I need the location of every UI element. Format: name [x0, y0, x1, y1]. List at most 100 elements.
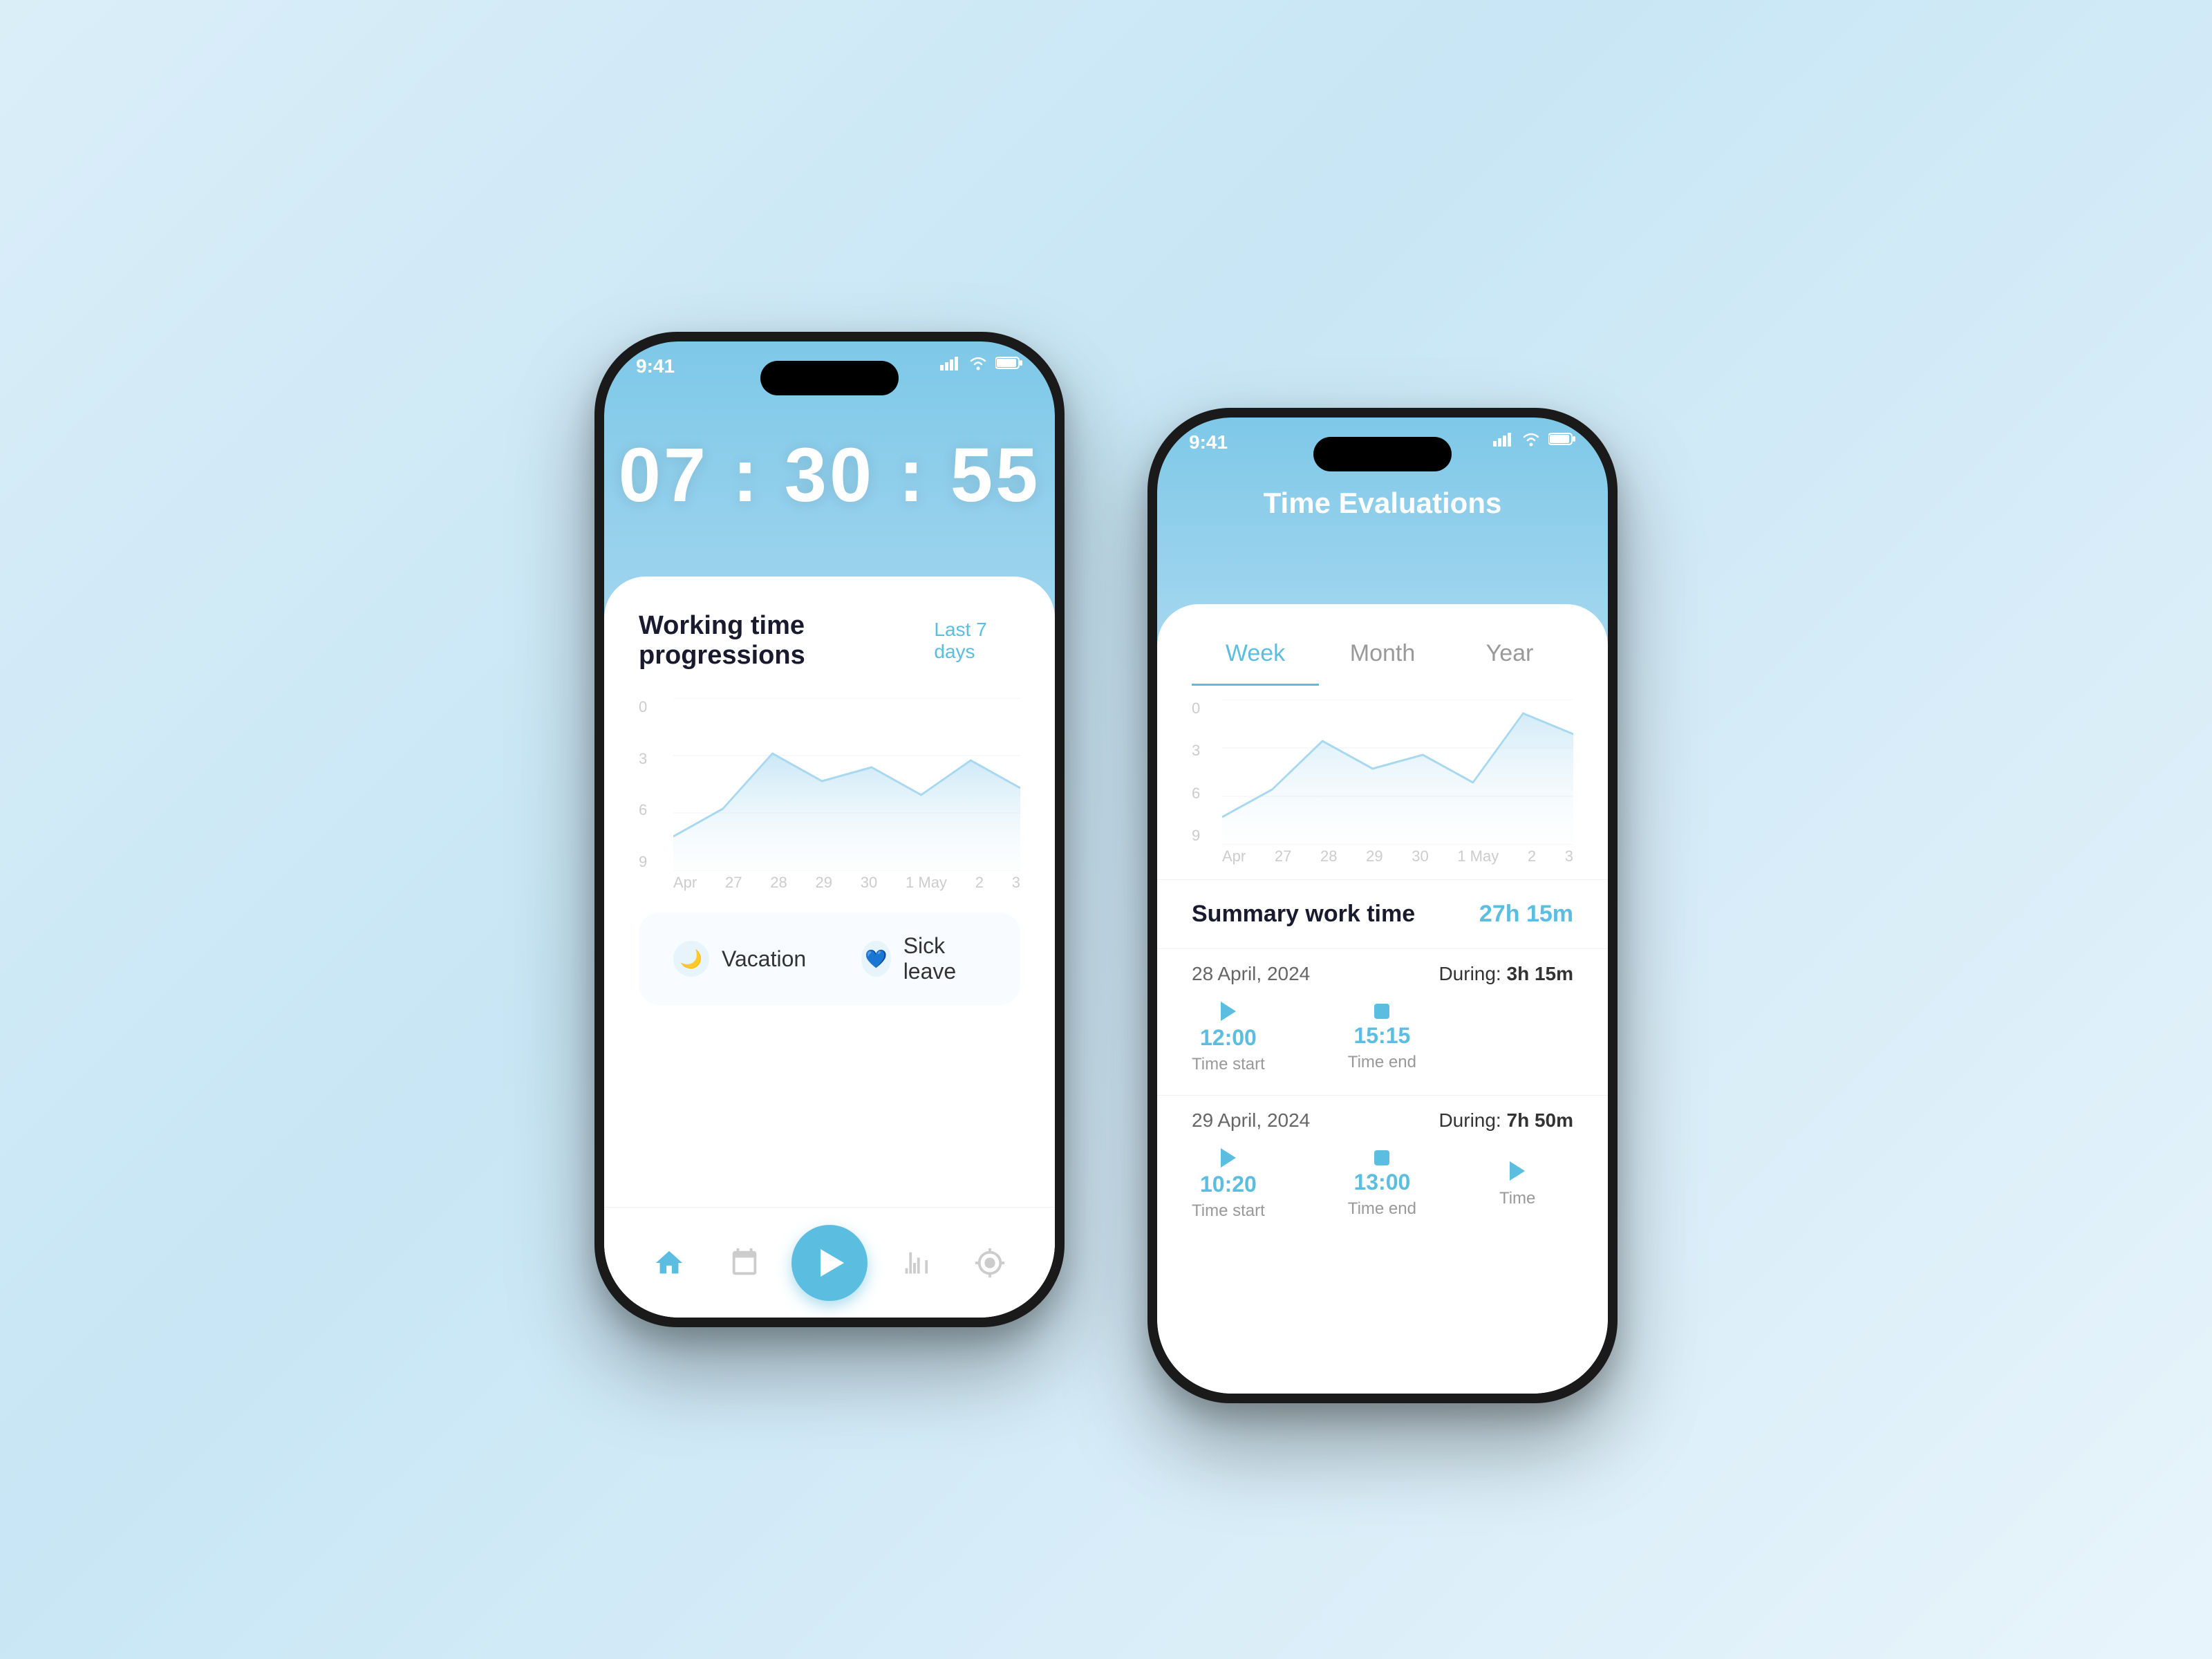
nav-calendar[interactable] — [717, 1235, 772, 1291]
chart-svg-area-1 — [673, 698, 1020, 871]
bottom-nav-1 — [604, 1207, 1055, 1318]
play-icon — [821, 1249, 844, 1277]
x-label: 28 — [770, 874, 787, 892]
time-row-1: 12:00 Time start 15:15 Time end — [1192, 1002, 1573, 1074]
card-title-1: Working time progressions — [639, 611, 934, 671]
phones-container: 9:41 — [594, 256, 1618, 1403]
wifi-icon-2 — [1521, 431, 1541, 447]
card-header-1: Working time progressions Last 7 days — [639, 611, 1020, 671]
stats-icon — [899, 1247, 930, 1279]
date-row-2: 29 April, 2024 During: 7h 50m — [1192, 1109, 1573, 1132]
during-text-1: During: 3h 15m — [1438, 963, 1573, 985]
legend-sick: 💙 Sick leave — [861, 933, 986, 984]
x-label-2: 29 — [1366, 847, 1382, 865]
date-row-1: 28 April, 2024 During: 3h 15m — [1192, 963, 1573, 985]
during-label-2: During: — [1438, 1109, 1501, 1131]
dynamic-island-1 — [760, 361, 899, 395]
card-subtitle-1: Last 7 days — [934, 619, 1020, 663]
tabs-container: Week Month Year — [1157, 604, 1608, 686]
tab-year[interactable]: Year — [1446, 629, 1573, 686]
status-time-2: 9:41 — [1189, 431, 1228, 453]
y-label-2: 6 — [1192, 785, 1216, 803]
date-entry-1: 28 April, 2024 During: 3h 15m 12:00 Time… — [1157, 948, 1608, 1095]
phone-1-screen: 9:41 — [604, 341, 1055, 1318]
summary-row: Summary work time 27h 15m — [1157, 879, 1608, 948]
play-button[interactable] — [791, 1225, 868, 1301]
phone2-card: Week Month Year 9 6 3 0 — [1157, 604, 1608, 1394]
play-dot-2 — [1221, 1148, 1236, 1168]
phone2-title: Time Evaluations — [1157, 487, 1608, 520]
time-start-label-1: Time start — [1192, 1055, 1265, 1074]
white-card-1: Working time progressions Last 7 days 9 … — [604, 577, 1055, 1318]
time-end-col-2: 13:00 Time end — [1348, 1150, 1416, 1219]
time-end-label-1: Time end — [1348, 1053, 1416, 1072]
legend-vacation: 🌙 Vacation — [673, 933, 806, 984]
y-label-2: 0 — [1192, 700, 1216, 718]
x-label: 29 — [816, 874, 832, 892]
x-label: 30 — [861, 874, 877, 892]
x-label-2: 27 — [1275, 847, 1291, 865]
tab-week[interactable]: Week — [1192, 629, 1319, 686]
status-icons-2 — [1493, 431, 1576, 447]
calendar-icon — [729, 1247, 760, 1279]
during-value-1: 3h 15m — [1507, 963, 1574, 984]
time-start-label-2: Time start — [1192, 1201, 1265, 1221]
nav-settings[interactable] — [962, 1235, 1018, 1291]
dynamic-island-2 — [1313, 437, 1452, 471]
chart-legend-1: 🌙 Vacation 💙 Sick leave — [639, 912, 1020, 1005]
y-label: 9 — [639, 853, 666, 871]
x-label: Apr — [673, 874, 697, 892]
time-end-value-1: 15:15 — [1353, 1023, 1410, 1049]
time-start-value-2: 10:20 — [1200, 1172, 1257, 1197]
summary-label: Summary work time — [1192, 901, 1415, 928]
chart-y-labels-1: 9 6 3 0 — [639, 698, 666, 871]
y-label: 3 — [639, 750, 666, 768]
wifi-icon — [968, 355, 988, 371]
phone2-bg: 9:41 — [1157, 418, 1608, 1394]
stop-dot-1 — [1374, 1004, 1389, 1019]
x-label: 2 — [975, 874, 984, 892]
x-label: 27 — [725, 874, 742, 892]
chart-2: 9 6 3 0 — [1157, 686, 1608, 879]
phone-1: 9:41 — [594, 332, 1065, 1327]
clock-display: 07 : 30 : 55 — [604, 431, 1055, 519]
vacation-label: Vacation — [722, 946, 806, 972]
x-label-2: 30 — [1412, 847, 1428, 865]
home-icon — [653, 1247, 685, 1279]
x-label-2: Apr — [1222, 847, 1246, 865]
date-entry-2: 29 April, 2024 During: 7h 50m 10:20 Time… — [1157, 1095, 1608, 1241]
y-label: 6 — [639, 801, 666, 819]
during-value-2: 7h 50m — [1507, 1109, 1574, 1131]
time-end-label-2: Time end — [1348, 1199, 1416, 1219]
date-text-1: 28 April, 2024 — [1192, 963, 1310, 985]
stop-dot-2 — [1374, 1150, 1389, 1165]
nav-stats[interactable] — [887, 1235, 942, 1291]
summary-value: 27h 15m — [1479, 901, 1573, 928]
time-extra-label-2: Time — [1499, 1189, 1535, 1208]
y-label: 0 — [639, 698, 666, 716]
signal-icon-2 — [1493, 431, 1514, 447]
during-label-1: During: — [1438, 963, 1501, 984]
nav-home[interactable] — [641, 1235, 697, 1291]
play-dot-3 — [1510, 1161, 1525, 1181]
time-row-2: 10:20 Time start 13:00 Time end — [1192, 1148, 1573, 1221]
time-extra-col-2: Time — [1499, 1161, 1535, 1208]
vacation-icon: 🌙 — [673, 941, 709, 977]
status-time-1: 9:41 — [636, 355, 675, 377]
signal-icon — [940, 355, 961, 371]
phone1-bg: 9:41 — [604, 341, 1055, 1318]
time-start-col-2: 10:20 Time start — [1192, 1148, 1265, 1221]
chart-x-labels-1: Apr 27 28 29 30 1 May 2 3 — [673, 874, 1020, 892]
date-text-2: 29 April, 2024 — [1192, 1109, 1310, 1132]
time-start-value-1: 12:00 — [1200, 1025, 1257, 1051]
x-label-2: 2 — [1528, 847, 1536, 865]
during-text-2: During: 7h 50m — [1438, 1109, 1573, 1132]
time-start-col-1: 12:00 Time start — [1192, 1002, 1265, 1074]
x-label: 1 May — [906, 874, 947, 892]
x-label-2: 3 — [1565, 847, 1573, 865]
play-dot-1 — [1221, 1002, 1236, 1021]
phone-2-screen: 9:41 — [1157, 418, 1608, 1394]
tab-month[interactable]: Month — [1319, 629, 1446, 686]
chart-1: 9 6 3 0 — [639, 698, 1020, 892]
y-label-2: 3 — [1192, 742, 1216, 760]
